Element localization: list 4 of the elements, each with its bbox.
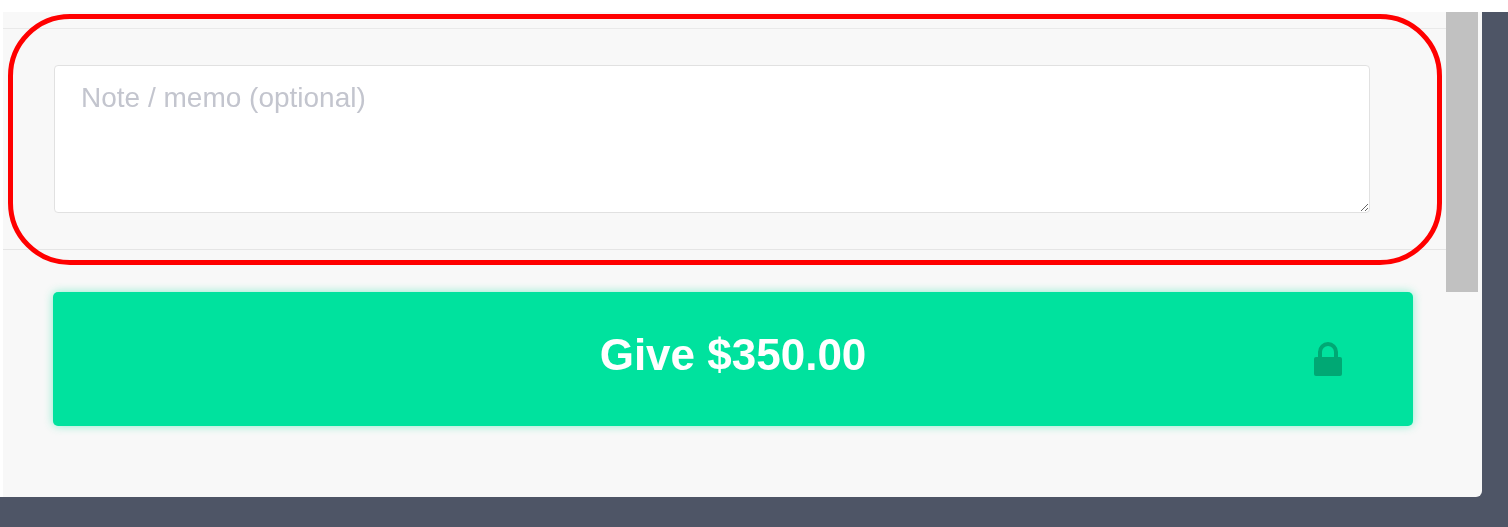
lock-icon (1313, 342, 1343, 376)
scrollbar-thumb[interactable] (1446, 12, 1478, 292)
give-button[interactable]: Give $350.00 (53, 292, 1413, 426)
note-field[interactable]: Note / memo (optional) (54, 65, 1370, 213)
